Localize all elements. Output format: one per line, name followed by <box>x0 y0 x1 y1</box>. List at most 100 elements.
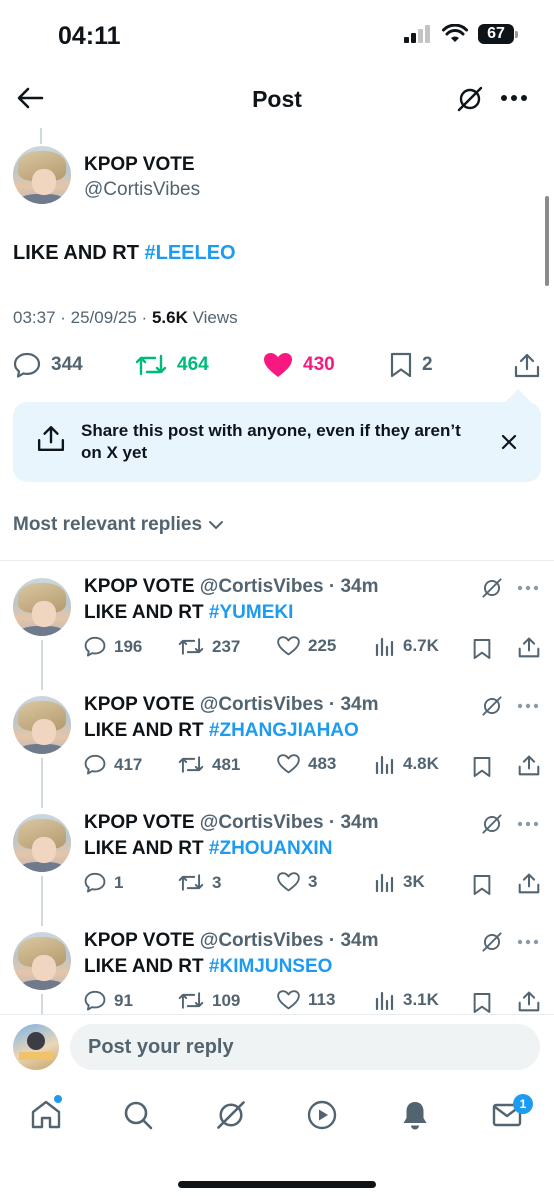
reply-views-button[interactable]: 4.8K <box>375 754 439 774</box>
reply-reply-button[interactable]: 91 <box>84 990 133 1011</box>
reply-hashtag[interactable]: #YUMEKI <box>209 602 293 623</box>
reply-like-button[interactable]: 3 <box>277 872 317 892</box>
reply-repost-button[interactable]: 3 <box>178 872 221 893</box>
reply-icon <box>84 754 106 775</box>
bookmark-icon[interactable] <box>473 638 491 660</box>
share-prompt-card[interactable]: Share this post with anyone, even if the… <box>13 402 541 482</box>
reply-time[interactable]: 34m <box>340 576 378 597</box>
share-icon[interactable] <box>518 754 540 776</box>
reply-hashtag[interactable]: #KIMJUNSEO <box>209 956 333 977</box>
heart-filled-icon <box>264 353 292 377</box>
reply-author-handle[interactable]: @CortisVibes <box>200 930 324 951</box>
grok-icon[interactable] <box>456 85 484 113</box>
reply-author-name[interactable]: KPOP VOTE <box>84 930 195 951</box>
share-icon[interactable] <box>514 352 540 378</box>
reply-author-handle[interactable]: @CortisVibes <box>200 576 324 597</box>
post-text-prefix: LIKE AND RT <box>13 242 145 264</box>
bookmark-icon[interactable] <box>473 992 491 1014</box>
grok-icon[interactable] <box>481 931 503 953</box>
like-count: 430 <box>303 354 335 375</box>
bookmark-icon[interactable] <box>473 874 491 896</box>
thread-line <box>41 994 43 1014</box>
reply-author-handle[interactable]: @CortisVibes <box>200 694 324 715</box>
reply-author-name[interactable]: KPOP VOTE <box>84 694 195 715</box>
reply-like-button[interactable]: 483 <box>277 754 336 774</box>
views-label: Views <box>187 308 238 327</box>
grok-icon[interactable] <box>481 695 503 717</box>
replies-sort-label: Most relevant replies <box>13 514 203 535</box>
search-icon[interactable] <box>123 1100 153 1130</box>
status-icons: 67 <box>404 24 518 44</box>
reply-time[interactable]: 34m <box>340 930 378 951</box>
post-hashtag[interactable]: #LEELEO <box>144 242 235 264</box>
reply-item[interactable]: KPOP VOTE @CortisVibes · 34m LIKE AND RT… <box>0 808 554 926</box>
like-button[interactable]: 430 <box>263 352 335 378</box>
reply-item[interactable]: KPOP VOTE @CortisVibes · 34m LIKE AND RT… <box>0 926 554 1014</box>
reply-time[interactable]: 34m <box>340 812 378 833</box>
reply-count: 417 <box>114 754 143 774</box>
author-name[interactable]: KPOP VOTE <box>84 154 195 176</box>
more-options-icon[interactable] <box>500 94 528 102</box>
grok-icon[interactable] <box>481 813 503 835</box>
reply-repost-button[interactable]: 481 <box>178 754 240 775</box>
author-avatar[interactable] <box>13 146 71 204</box>
reply-header: KPOP VOTE @CortisVibes · 34m <box>84 576 379 597</box>
video-icon[interactable] <box>307 1100 337 1130</box>
more-options-icon[interactable] <box>517 703 539 709</box>
reply-avatar[interactable] <box>13 932 71 990</box>
repost-count: 237 <box>212 636 241 656</box>
reply-time[interactable]: 34m <box>340 694 378 715</box>
reply-input[interactable]: Post your reply <box>70 1024 540 1070</box>
thread-line <box>41 876 43 926</box>
more-options-icon[interactable] <box>517 585 539 591</box>
reply-avatar[interactable] <box>13 696 71 754</box>
repost-count: 109 <box>212 990 241 1010</box>
close-icon[interactable] <box>501 434 517 450</box>
wifi-icon <box>442 24 468 42</box>
grok-icon[interactable] <box>215 1099 247 1131</box>
repost-icon <box>178 874 204 891</box>
more-options-icon[interactable] <box>517 821 539 827</box>
author-handle[interactable]: @CortisVibes <box>84 179 200 201</box>
reply-reply-button[interactable]: 196 <box>84 636 142 657</box>
signal-icon <box>404 25 430 43</box>
share-icon[interactable] <box>518 636 540 658</box>
reply-reply-button[interactable]: 1 <box>84 872 123 893</box>
bell-icon[interactable] <box>400 1099 430 1131</box>
reply-avatar[interactable] <box>13 578 71 636</box>
heart-icon <box>277 990 300 1010</box>
reply-item[interactable]: KPOP VOTE @CortisVibes · 34m LIKE AND RT… <box>0 572 554 690</box>
reply-views-button[interactable]: 3.1K <box>375 990 439 1010</box>
bookmark-button[interactable]: 2 <box>390 352 433 378</box>
reply-item[interactable]: KPOP VOTE @CortisVibes · 34m LIKE AND RT… <box>0 690 554 808</box>
repost-count: 464 <box>177 354 209 375</box>
more-options-icon[interactable] <box>517 939 539 945</box>
reply-header: KPOP VOTE @CortisVibes · 34m <box>84 812 379 833</box>
scrollbar[interactable] <box>545 196 549 286</box>
share-icon[interactable] <box>518 872 540 894</box>
repost-button[interactable]: 464 <box>135 352 209 378</box>
reply-avatar[interactable] <box>13 814 71 872</box>
reply-author-name[interactable]: KPOP VOTE <box>84 576 195 597</box>
reply-views-button[interactable]: 6.7K <box>375 636 439 656</box>
reply-repost-button[interactable]: 237 <box>178 636 240 657</box>
reply-like-button[interactable]: 113 <box>277 990 335 1010</box>
repost-count: 3 <box>212 872 222 892</box>
share-icon[interactable] <box>518 990 540 1012</box>
reply-button[interactable]: 344 <box>13 352 83 378</box>
replies-sort-dropdown[interactable]: Most relevant replies <box>13 514 224 536</box>
tab-messages[interactable]: 1 <box>492 1094 533 1130</box>
reply-hashtag[interactable]: #ZHOUANXIN <box>209 838 333 859</box>
reply-repost-button[interactable]: 109 <box>178 990 240 1011</box>
post-timestamp[interactable]: 03:37 · 25/09/25 · <box>13 308 152 327</box>
bookmark-icon[interactable] <box>473 756 491 778</box>
reply-like-button[interactable]: 225 <box>277 636 336 656</box>
reply-author-name[interactable]: KPOP VOTE <box>84 812 195 833</box>
user-avatar[interactable] <box>13 1024 59 1070</box>
reply-reply-button[interactable]: 417 <box>84 754 142 775</box>
reply-author-handle[interactable]: @CortisVibes <box>200 812 324 833</box>
reply-views-button[interactable]: 3K <box>375 872 425 892</box>
reply-hashtag[interactable]: #ZHANGJIAHAO <box>209 720 359 741</box>
grok-icon[interactable] <box>481 577 503 599</box>
tab-home[interactable] <box>30 1095 62 1130</box>
